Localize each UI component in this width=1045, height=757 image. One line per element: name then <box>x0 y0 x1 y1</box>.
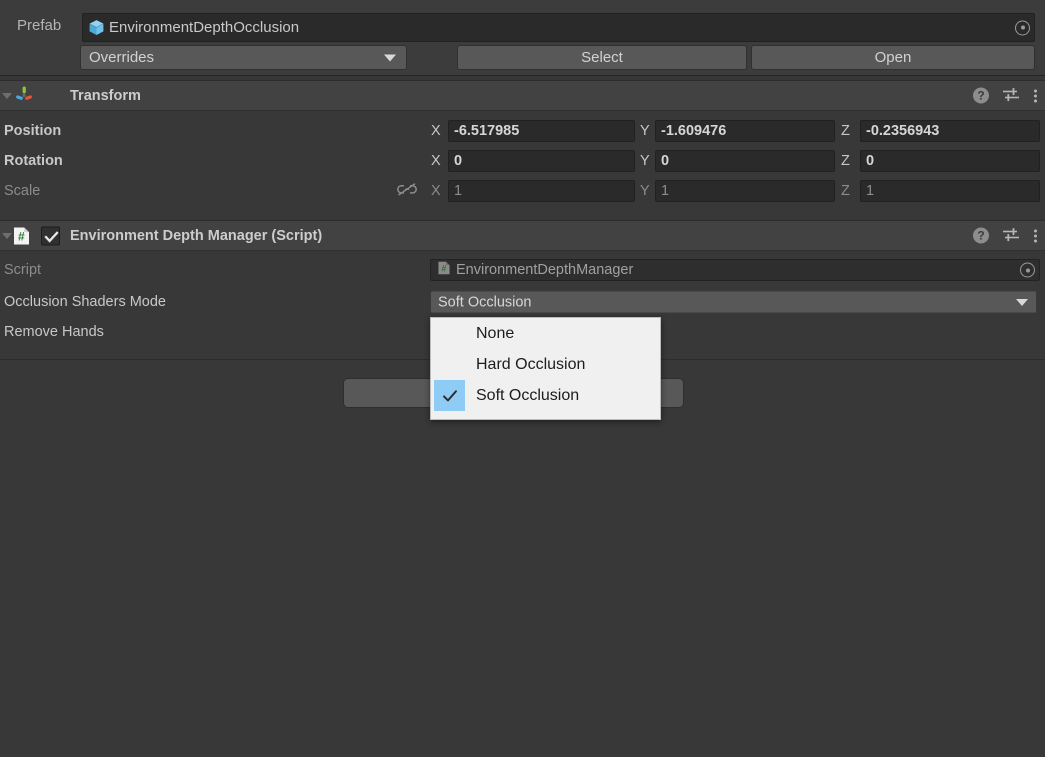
csharp-script-icon: # <box>12 226 31 245</box>
occlusion-shaders-mode-row: Occlusion Shaders Mode Soft Occlusion <box>0 289 1045 315</box>
scale-y-input[interactable]: 1 <box>655 180 835 202</box>
rotation-z-axis-label: Z <box>841 153 850 169</box>
environment-depth-manager-header[interactable]: # Environment Depth Manager (Script) ? <box>0 220 1045 251</box>
chevron-down-icon <box>384 54 396 61</box>
svg-text:#: # <box>18 229 25 243</box>
transform-scale-row: Scale X 1 Y 1 Z 1 <box>0 178 1045 204</box>
object-picker-icon[interactable] <box>1020 262 1035 278</box>
prefab-label: Prefab <box>17 17 62 34</box>
overrides-dropdown-label: Overrides <box>89 49 155 66</box>
transform-gizmo-icon <box>14 84 34 107</box>
occlusion-shaders-mode-dropdown[interactable]: Soft Occlusion <box>430 290 1037 314</box>
chevron-down-icon <box>1016 298 1028 306</box>
menu-item-soft-occlusion[interactable]: Soft Occlusion <box>431 380 660 411</box>
foldout-arrow-icon[interactable] <box>2 232 12 239</box>
checkmark-icon <box>434 380 465 411</box>
occlusion-shaders-mode-value: Soft Occlusion <box>438 294 532 310</box>
menu-item-soft-occlusion-label: Soft Occlusion <box>476 386 580 404</box>
script-header-icons: ? <box>973 226 1037 245</box>
kebab-menu-icon[interactable] <box>1033 89 1037 102</box>
rotation-label: Rotation <box>4 153 63 169</box>
scale-label: Scale <box>4 183 41 199</box>
occlusion-shaders-mode-menu[interactable]: None Hard Occlusion Soft Occlusion <box>430 317 661 420</box>
position-label: Position <box>4 123 62 139</box>
overrides-dropdown[interactable]: Overrides <box>80 45 407 70</box>
scale-x-input[interactable]: 1 <box>448 180 635 202</box>
script-value: EnvironmentDepthManager <box>456 262 634 278</box>
foldout-arrow-icon[interactable] <box>2 92 12 99</box>
transform-component-body: Position X -6.517985 Y -1.609476 Z -0.23… <box>0 111 1045 216</box>
position-x-axis-label: X <box>431 123 441 139</box>
open-button-label: Open <box>874 49 912 66</box>
scale-y-axis-label: Y <box>640 183 650 199</box>
script-object-field[interactable]: # EnvironmentDepthManager <box>430 259 1040 281</box>
menu-item-hard-occlusion[interactable]: Hard Occlusion <box>431 349 660 380</box>
position-z-axis-label: Z <box>841 123 850 139</box>
object-picker-icon[interactable] <box>1015 20 1030 35</box>
select-button-label: Select <box>581 49 623 66</box>
rotation-y-axis-label: Y <box>640 153 650 169</box>
select-button[interactable]: Select <box>457 45 747 70</box>
transform-position-row: Position X -6.517985 Y -1.609476 Z -0.23… <box>0 118 1045 144</box>
open-button[interactable]: Open <box>751 45 1035 70</box>
rotation-y-input[interactable]: 0 <box>655 150 835 172</box>
transform-component-header[interactable]: Transform ? <box>0 80 1045 111</box>
component-enabled-checkbox[interactable] <box>41 226 60 245</box>
position-x-input[interactable]: -6.517985 <box>448 120 635 142</box>
help-icon[interactable]: ? <box>973 87 989 104</box>
position-y-axis-label: Y <box>640 123 650 139</box>
help-icon[interactable]: ? <box>973 227 989 244</box>
script-row: Script # EnvironmentDepthManager <box>0 257 1045 283</box>
prefab-object-field[interactable]: EnvironmentDepthOcclusion <box>82 13 1035 42</box>
rotation-z-input[interactable]: 0 <box>860 150 1040 172</box>
preset-settings-icon[interactable] <box>1002 226 1020 245</box>
transform-header-icons: ? <box>973 86 1037 105</box>
position-y-input[interactable]: -1.609476 <box>655 120 835 142</box>
scale-x-axis-label: X <box>431 183 441 199</box>
menu-item-hard-occlusion-label: Hard Occlusion <box>476 355 586 373</box>
script-label: Script <box>4 262 42 278</box>
svg-text:#: # <box>441 263 446 273</box>
prefab-cube-icon <box>88 19 105 36</box>
transform-rotation-row: Rotation X 0 Y 0 Z 0 <box>0 148 1045 174</box>
csharp-script-icon: # <box>437 261 451 279</box>
unlinked-scale-icon[interactable] <box>396 183 418 200</box>
occlusion-shaders-mode-label: Occlusion Shaders Mode <box>4 294 166 310</box>
position-z-input[interactable]: -0.2356943 <box>860 120 1040 142</box>
prefab-bar: Prefab EnvironmentDepthOcclusion Overrid… <box>0 0 1045 76</box>
preset-settings-icon[interactable] <box>1002 86 1020 105</box>
transform-title: Transform <box>70 87 141 104</box>
menu-item-none-label: None <box>476 324 515 342</box>
rotation-x-axis-label: X <box>431 153 441 169</box>
scale-z-input[interactable]: 1 <box>860 180 1040 202</box>
environment-depth-manager-title: Environment Depth Manager (Script) <box>70 227 323 244</box>
scale-z-axis-label: Z <box>841 183 850 199</box>
menu-item-none[interactable]: None <box>431 318 660 349</box>
rotation-x-input[interactable]: 0 <box>448 150 635 172</box>
remove-hands-label: Remove Hands <box>4 324 104 340</box>
kebab-menu-icon[interactable] <box>1033 229 1037 242</box>
prefab-name-value: EnvironmentDepthOcclusion <box>109 19 300 36</box>
